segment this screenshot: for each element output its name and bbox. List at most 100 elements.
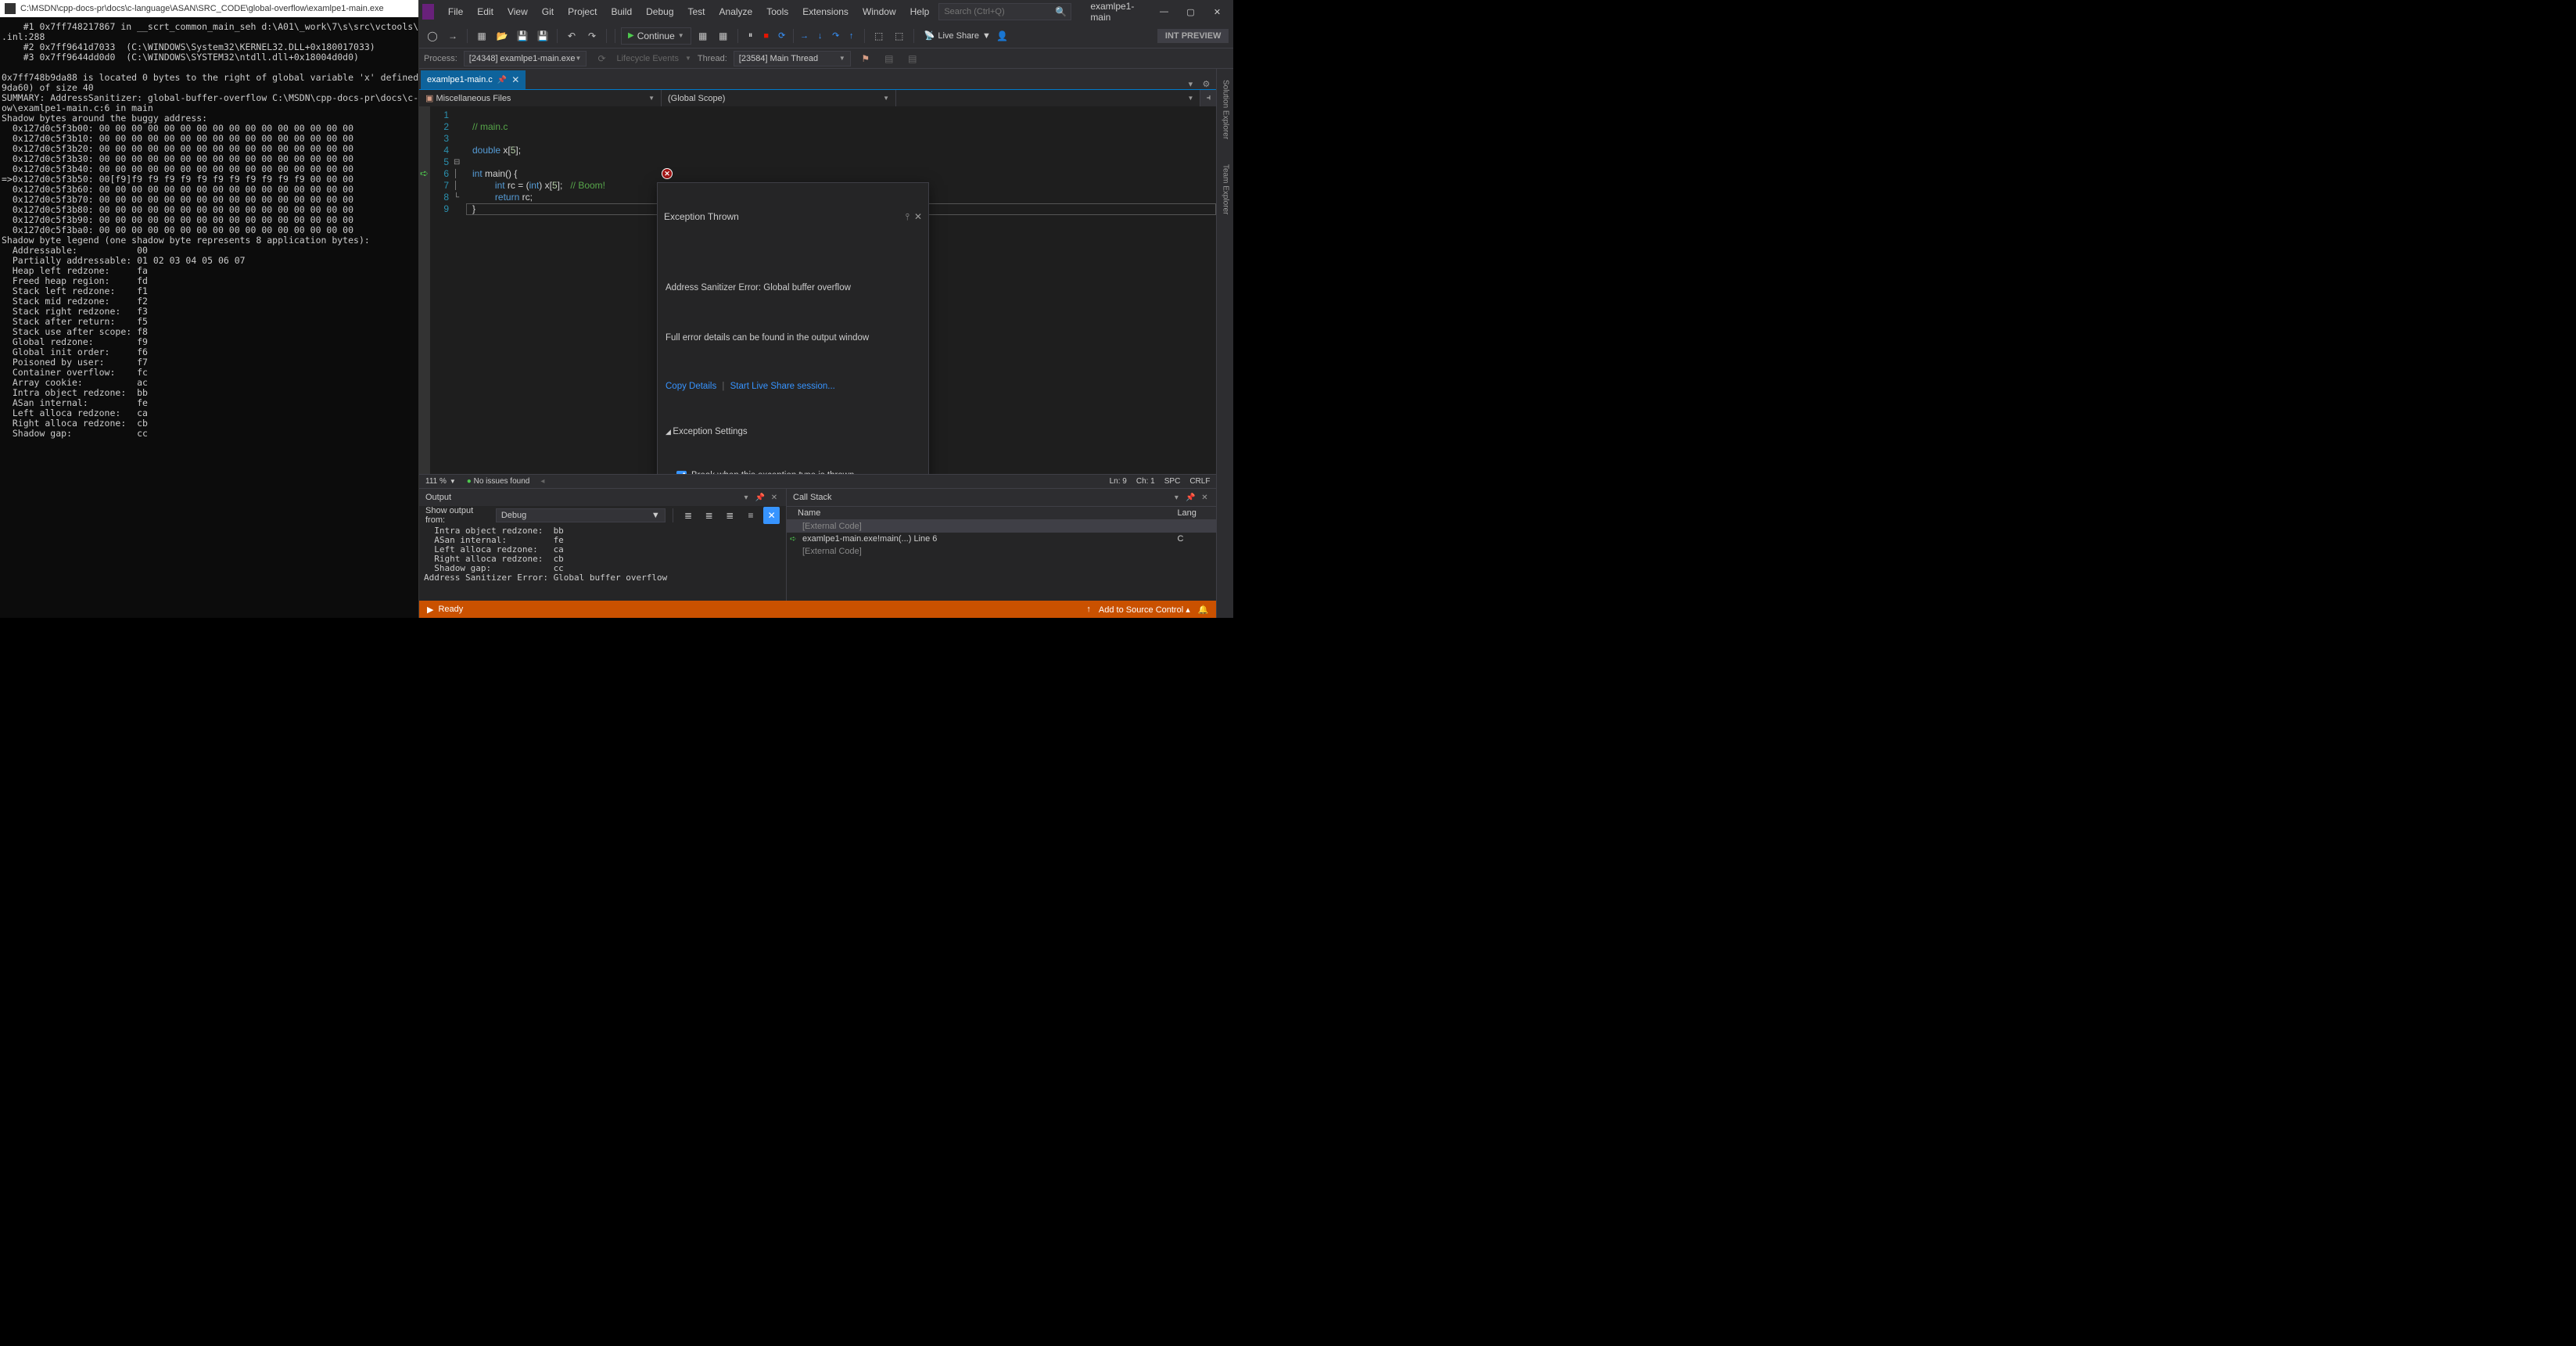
- team-explorer-tab[interactable]: Team Explorer: [1219, 160, 1231, 219]
- vs-logo-icon: [422, 4, 434, 20]
- console-window: C:\MSDN\cpp-docs-pr\docs\c-language\ASAN…: [0, 0, 419, 618]
- layout2-icon[interactable]: ▦: [715, 27, 732, 45]
- saveall-icon[interactable]: 💾: [534, 27, 551, 45]
- maximize-button[interactable]: ▢: [1177, 3, 1204, 20]
- zoom-control[interactable]: 111 %▼: [425, 477, 456, 486]
- restart-icon[interactable]: ⟳: [775, 29, 789, 43]
- undo-icon[interactable]: ↶: [563, 27, 580, 45]
- open-icon[interactable]: 📂: [493, 27, 511, 45]
- step-over-icon[interactable]: ↷: [829, 29, 843, 43]
- show-next-icon[interactable]: →: [798, 29, 812, 43]
- continue-button[interactable]: ▶ Continue ▼: [621, 27, 691, 45]
- global-search[interactable]: 🔍: [938, 3, 1071, 20]
- stackframe-icon[interactable]: ▤: [881, 50, 898, 67]
- output-text[interactable]: Intra object redzone: bb ASan internal: …: [419, 525, 786, 601]
- dropdown-icon[interactable]: ▾: [741, 494, 752, 502]
- step-out-icon[interactable]: ↑: [845, 29, 859, 43]
- error-glyph-icon[interactable]: ✕: [662, 168, 673, 179]
- callstack-row[interactable]: [External Code]: [787, 520, 1216, 533]
- nav-member-combo[interactable]: ▼: [896, 90, 1200, 106]
- status-spc[interactable]: SPC: [1164, 477, 1181, 486]
- close-icon[interactable]: ✕: [1199, 494, 1210, 502]
- clear-icon[interactable]: ✕: [763, 507, 780, 524]
- split-button[interactable]: ⫞: [1200, 90, 1216, 106]
- dropdown-icon[interactable]: ▾: [1183, 79, 1197, 89]
- nav-back-icon[interactable]: ◯: [424, 27, 441, 45]
- lifecycle-label[interactable]: Lifecycle Events: [616, 54, 678, 63]
- callstack-header[interactable]: Name Lang: [787, 506, 1216, 520]
- issues-indicator[interactable]: ● No issues found: [467, 477, 530, 486]
- solution-explorer-tab[interactable]: Solution Explorer: [1219, 75, 1231, 144]
- live-share-button[interactable]: 📡 Live Share ▼: [924, 31, 991, 41]
- stackframe2-icon[interactable]: ▤: [904, 50, 921, 67]
- stop-icon[interactable]: ■: [759, 29, 773, 43]
- search-input[interactable]: [944, 7, 1055, 16]
- close-icon[interactable]: ✕: [769, 494, 780, 502]
- pause-icon[interactable]: ⏸: [744, 29, 758, 43]
- output-panel: Output ▾ 📌 ✕ Show output from: Debug▼: [419, 489, 787, 601]
- start-live-share-link[interactable]: Start Live Share session...: [730, 382, 835, 391]
- close-icon[interactable]: ✕: [511, 74, 519, 85]
- thread-combo[interactable]: [23584] Main Thread▼: [734, 51, 851, 66]
- menu-git[interactable]: Git: [536, 3, 560, 20]
- pin-icon[interactable]: ⫯: [906, 211, 909, 223]
- menu-build[interactable]: Build: [605, 3, 638, 20]
- code-text[interactable]: // main.c double x[5]; int main() { int …: [466, 106, 1216, 474]
- pin-icon[interactable]: 📌: [497, 76, 507, 84]
- callstack-row[interactable]: ➪ examlpe1-main.exe!main(...) Line 6 C: [787, 533, 1216, 545]
- flag-icon[interactable]: ⚑: [857, 50, 874, 67]
- menu-debug[interactable]: Debug: [640, 3, 680, 20]
- outline-margin[interactable]: ⊟││└: [454, 106, 466, 474]
- nav-project-combo[interactable]: ▣ Miscellaneous Files ▼: [419, 90, 662, 106]
- menu-project[interactable]: Project: [561, 3, 603, 20]
- nav-left-icon[interactable]: ◂: [540, 477, 544, 486]
- status-crlf[interactable]: CRLF: [1189, 477, 1210, 486]
- callstack-list[interactable]: [External Code] ➪ examlpe1-main.exe!main…: [787, 520, 1216, 601]
- toolbox2-icon[interactable]: ⬚: [891, 27, 908, 45]
- output-tool-icon[interactable]: ≣: [722, 507, 738, 524]
- callstack-row[interactable]: [External Code]: [787, 545, 1216, 558]
- menu-help[interactable]: Help: [904, 3, 936, 20]
- output-source-combo[interactable]: Debug▼: [496, 508, 666, 522]
- menu-tools[interactable]: Tools: [760, 3, 795, 20]
- menu-analyze[interactable]: Analyze: [713, 3, 759, 20]
- add-source-control-button[interactable]: Add to Source Control ▴: [1099, 605, 1190, 615]
- pin-icon[interactable]: 📌: [1185, 494, 1196, 502]
- nav-fwd-icon[interactable]: →: [444, 27, 461, 45]
- menu-edit[interactable]: Edit: [471, 3, 500, 20]
- file-tab-active[interactable]: examlpe1-main.c 📌 ✕: [421, 70, 526, 89]
- wordwrap-icon[interactable]: ≡: [743, 507, 759, 524]
- nav-scope-combo[interactable]: (Global Scope) ▼: [662, 90, 896, 106]
- menu-window[interactable]: Window: [856, 3, 902, 20]
- breakpoint-margin[interactable]: ➪: [419, 106, 430, 474]
- output-tool-icon[interactable]: ≣: [701, 507, 717, 524]
- copy-details-link[interactable]: Copy Details: [666, 382, 716, 391]
- close-button[interactable]: ✕: [1204, 3, 1230, 20]
- new-project-icon[interactable]: ▦: [473, 27, 490, 45]
- close-icon[interactable]: ✕: [914, 211, 922, 223]
- code-editor[interactable]: ➪ 123 456 789 ⊟││└ // main.c double x[5]…: [419, 106, 1216, 474]
- output-tool-icon[interactable]: ≣: [680, 507, 697, 524]
- exception-title: Exception Thrown: [664, 211, 739, 223]
- save-icon[interactable]: 💾: [514, 27, 531, 45]
- menu-extensions[interactable]: Extensions: [796, 3, 855, 20]
- navigation-bar: ▣ Miscellaneous Files ▼ (Global Scope) ▼…: [419, 89, 1216, 106]
- gear-icon[interactable]: ⚙: [1199, 79, 1213, 89]
- layout-icon[interactable]: ▦: [694, 27, 712, 45]
- feedback-icon[interactable]: 👤: [994, 27, 1011, 45]
- redo-icon[interactable]: ↷: [583, 27, 601, 45]
- menu-view[interactable]: View: [501, 3, 534, 20]
- dropdown-icon[interactable]: ▾: [1171, 494, 1182, 502]
- refresh-icon[interactable]: ⟳: [593, 50, 610, 67]
- step-into-icon[interactable]: ↓: [813, 29, 827, 43]
- collapse-icon[interactable]: ◢: [666, 428, 673, 436]
- status-char: Ch: 1: [1136, 477, 1155, 486]
- notifications-icon[interactable]: 🔔: [1198, 605, 1209, 615]
- menu-test[interactable]: Test: [682, 3, 712, 20]
- break-on-type-checkbox[interactable]: [676, 471, 687, 475]
- process-combo[interactable]: [24348] examlpe1-main.exe▼: [464, 51, 587, 66]
- pin-icon[interactable]: 📌: [755, 494, 766, 502]
- minimize-button[interactable]: —: [1150, 3, 1177, 20]
- menu-file[interactable]: File: [442, 3, 469, 20]
- toolbox-icon[interactable]: ⬚: [870, 27, 888, 45]
